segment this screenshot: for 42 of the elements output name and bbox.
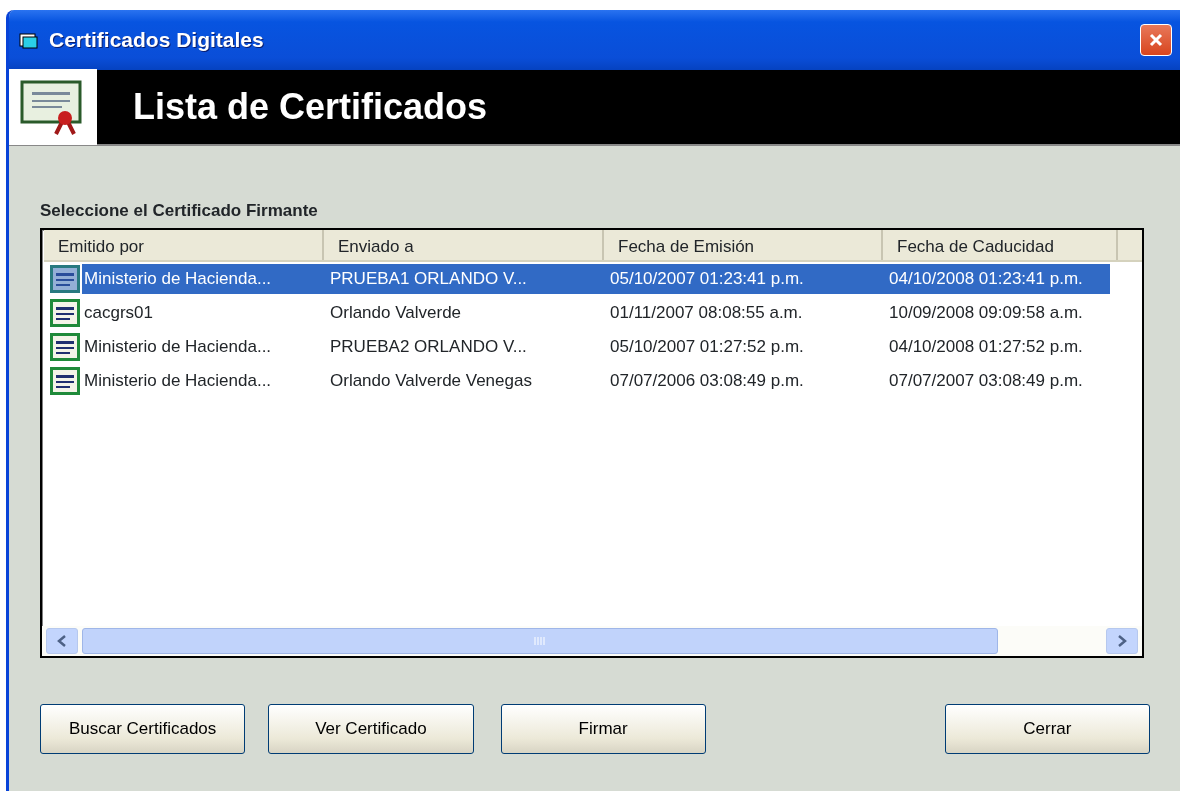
table-cell-text: cacgrs01	[83, 301, 154, 324]
table-cell-text: 07/07/2007 03:08:49 p.m.	[888, 369, 1084, 392]
column-header[interactable]: Fecha de Caducidad	[883, 229, 1118, 260]
table-cell: 04/10/2008 01:23:41 p.m.	[879, 263, 1110, 294]
close-icon	[1148, 32, 1164, 48]
dialog-button[interactable]: Ver Certificado	[268, 703, 474, 754]
grip-icon	[533, 635, 547, 646]
column-header[interactable]: Emitido por	[44, 229, 324, 260]
table-cell: 05/10/2007 01:23:41 p.m.	[600, 263, 879, 294]
column-header[interactable]: Enviado a	[324, 229, 604, 260]
table-cell-text: 10/09/2008 09:09:58 a.m.	[888, 301, 1084, 324]
certificate-icon	[48, 297, 82, 328]
table-cell-text: 01/11/2007 08:08:55 a.m.	[609, 301, 804, 324]
certificate-icon	[48, 365, 82, 396]
table-cell-text: 04/10/2008 01:27:52 p.m.	[888, 335, 1084, 358]
header-title: Lista de Certificados	[133, 85, 488, 129]
list-label: Seleccione el Certificado Firmante	[40, 200, 319, 222]
list-row[interactable]: Ministerio de Hacienda... Orlando Valverde Venegas 07/07/2006 03:08:49 p.m. 07/07/2007 03:08:49 p.m.	[48, 363, 1142, 398]
table-cell-text: Ministerio de Hacienda...	[83, 335, 273, 358]
app-icon	[19, 31, 39, 50]
certificate-icon	[48, 331, 82, 362]
table-cell: PRUEBA1 ORLANDO V...	[320, 263, 600, 294]
list-row[interactable]: Ministerio de Hacienda... PRUEBA1 ORLANDO V... 05/10/2007 01:23:41 p.m. 04/10/2008 01:23:41 p.m.	[48, 261, 1142, 296]
scroll-left-button[interactable]	[46, 627, 78, 654]
table-cell: Ministerio de Hacienda...	[82, 263, 320, 294]
dialog-button[interactable]: Cerrar	[944, 703, 1150, 754]
table-cell-text: PRUEBA2 ORLANDO V...	[329, 335, 528, 358]
list-row[interactable]: Ministerio de Hacienda... PRUEBA2 ORLANDO V... 05/10/2007 01:27:52 p.m. 04/10/2008 01:27:52 p.m.	[48, 329, 1142, 364]
table-cell-text: Orlando Valverde	[329, 301, 463, 324]
certificate-icon	[48, 263, 82, 294]
close-button[interactable]	[1140, 24, 1172, 56]
table-cell-text: 05/10/2007 01:27:52 p.m.	[609, 335, 805, 358]
table-cell-text: Ministerio de Hacienda...	[83, 369, 273, 392]
scroll-right-button[interactable]	[1106, 627, 1138, 654]
table-cell-text: Orlando Valverde Venegas	[329, 369, 533, 392]
dialog-button[interactable]: Firmar	[500, 703, 706, 754]
dialog-button[interactable]: Buscar Certificados	[40, 703, 246, 754]
list-row[interactable]: cacgrs01 Orlando Valverde 01/11/2007 08:08:55 a.m. 10/09/2008 09:09:58 a.m.	[48, 295, 1142, 330]
window-title: Certificados Digitales	[49, 27, 264, 54]
column-header[interactable]: Fecha de Emisión	[604, 229, 883, 260]
table-cell-text: 07/07/2006 03:08:49 p.m.	[609, 369, 805, 392]
scroll-thumb[interactable]	[82, 627, 998, 654]
